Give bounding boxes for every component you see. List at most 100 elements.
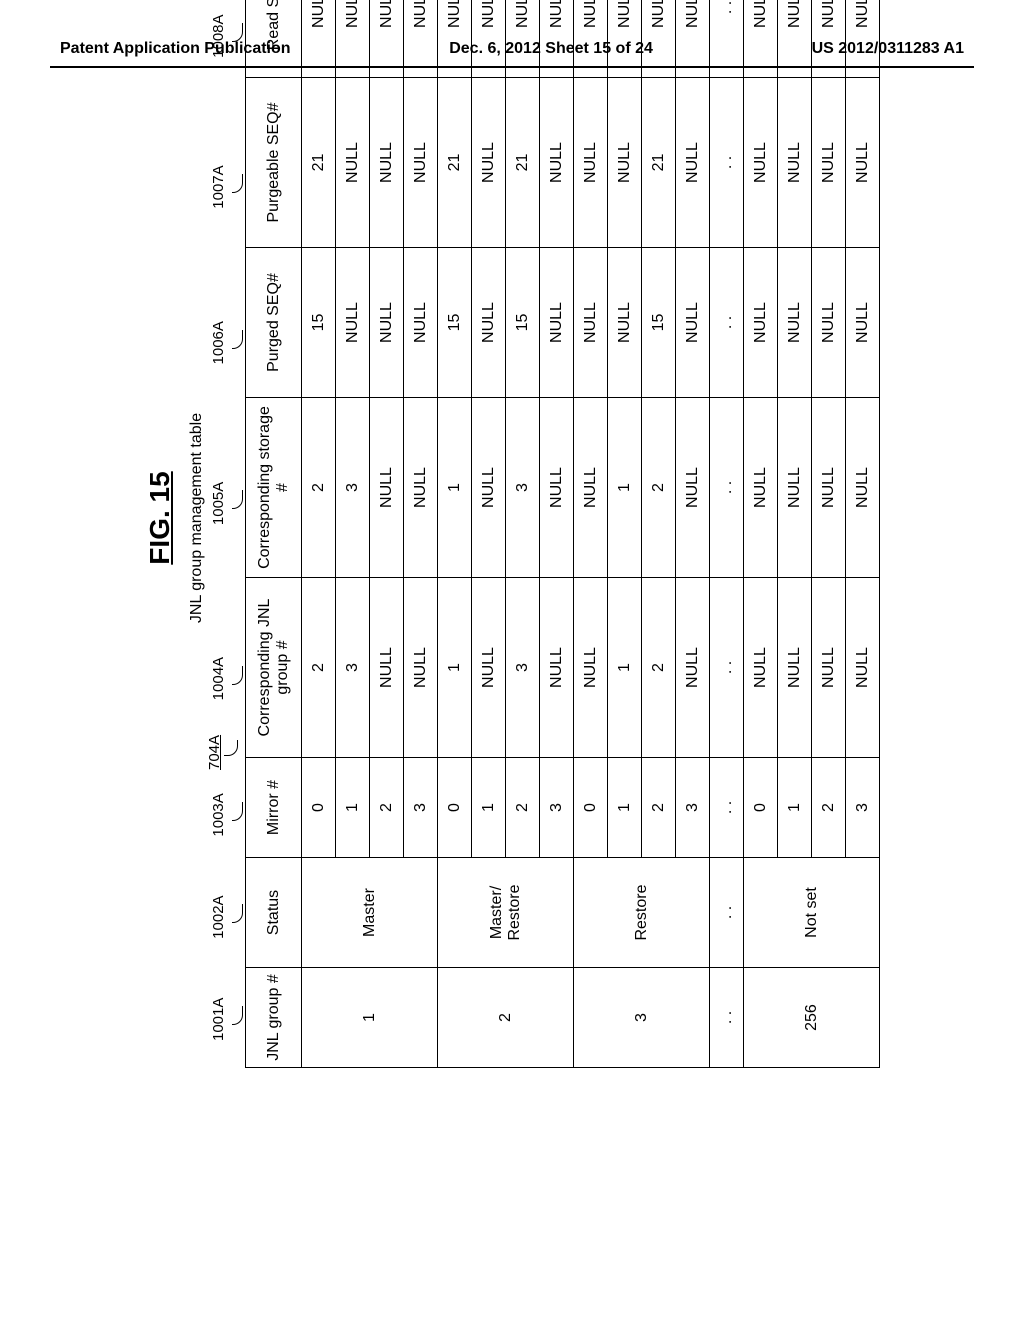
cell: 1	[438, 398, 472, 578]
cell-jnl-group: 1	[302, 968, 438, 1068]
cell: 15	[302, 248, 336, 398]
cell: 0	[438, 758, 472, 858]
cell: NULL	[336, 78, 370, 248]
cell: . .	[710, 398, 744, 578]
cell: 21	[438, 78, 472, 248]
cell: NULL	[506, 0, 540, 78]
cell: NULL	[778, 248, 812, 398]
cell: NULL	[370, 78, 404, 248]
cell: NULL	[336, 0, 370, 78]
cell-status: Restore	[574, 858, 710, 968]
cell: NULL	[846, 0, 880, 78]
cell: NULL	[744, 578, 778, 758]
th: Corresponding JNL group #	[246, 578, 302, 758]
cell: NULL	[812, 78, 846, 248]
cell: 1	[608, 398, 642, 578]
cell: 2	[506, 758, 540, 858]
figure: FIG. 15 JNL group management table 704A …	[114, 0, 910, 1068]
th: Purgeable SEQ#	[246, 78, 302, 248]
cell: 3	[336, 398, 370, 578]
col-ref: 1004A	[210, 591, 245, 766]
col-ref: 1007A	[210, 104, 245, 269]
cell: NULL	[404, 248, 438, 398]
cell: 21	[506, 78, 540, 248]
th: Mirror #	[246, 758, 302, 858]
cell: NULL	[846, 248, 880, 398]
cell: . .	[710, 578, 744, 758]
cell: NULL	[472, 248, 506, 398]
cell: 1	[438, 578, 472, 758]
cell: 2	[642, 758, 676, 858]
cell: NULL	[404, 578, 438, 758]
cell: 1	[778, 758, 812, 858]
cell: 0	[302, 758, 336, 858]
cell-jnl-group: 3	[574, 968, 710, 1068]
cell: 1	[472, 758, 506, 858]
cell: 1	[608, 578, 642, 758]
cell: NULL	[676, 0, 710, 78]
cell: 0	[744, 758, 778, 858]
cell: NULL	[438, 0, 472, 78]
cell: NULL	[472, 578, 506, 758]
cell-jnl-group: 256	[744, 968, 880, 1068]
cell: NULL	[608, 0, 642, 78]
cell-status: . .	[710, 858, 744, 968]
cell: NULL	[608, 248, 642, 398]
cell: NULL	[472, 78, 506, 248]
cell: 2	[642, 398, 676, 578]
col-ref: 1003A	[210, 766, 245, 863]
col-ref: 1005A	[210, 416, 245, 591]
table-row: 2Master/ Restore0111521NULL	[438, 0, 472, 1068]
cell: NULL	[812, 578, 846, 758]
th: Read SEQ#	[246, 0, 302, 78]
table-row: 256Not set0NULLNULLNULLNULLNULL	[744, 0, 778, 1068]
cell: NULL	[778, 0, 812, 78]
cell: NULL	[676, 578, 710, 758]
table-caption: JNL group management table	[188, 0, 206, 1068]
cell: 1	[608, 758, 642, 858]
cell: . .	[710, 78, 744, 248]
cell: 2	[812, 758, 846, 858]
cell: NULL	[404, 398, 438, 578]
cell-status: Master	[302, 858, 438, 968]
cell: 2	[302, 578, 336, 758]
cell-jnl-group: . .	[710, 968, 744, 1068]
cell: NULL	[302, 0, 336, 78]
cell: NULL	[472, 0, 506, 78]
cell: 1	[336, 758, 370, 858]
cell: NULL	[846, 398, 880, 578]
cell: 3	[540, 758, 574, 858]
cell: NULL	[778, 578, 812, 758]
cell: NULL	[540, 0, 574, 78]
cell: 15	[642, 248, 676, 398]
cell: 3	[846, 758, 880, 858]
cell: NULL	[778, 78, 812, 248]
cell: NULL	[540, 578, 574, 758]
cell: 15	[438, 248, 472, 398]
cell: NULL	[370, 578, 404, 758]
cell: NULL	[676, 78, 710, 248]
cell: NULL	[574, 0, 608, 78]
th: Corresponding storage #	[246, 398, 302, 578]
cell: 0	[574, 758, 608, 858]
cell: NULL	[846, 78, 880, 248]
cell: NULL	[608, 78, 642, 248]
cell: NULL	[574, 248, 608, 398]
cell: NULL	[574, 78, 608, 248]
cell: NULL	[370, 398, 404, 578]
cell: NULL	[574, 578, 608, 758]
cell: NULL	[642, 0, 676, 78]
cell: NULL	[778, 398, 812, 578]
cell: NULL	[404, 0, 438, 78]
cell: NULL	[336, 248, 370, 398]
col-ref: 1006A	[210, 270, 245, 416]
cell: NULL	[574, 398, 608, 578]
cell: NULL	[404, 78, 438, 248]
cell: NULL	[744, 0, 778, 78]
table-row: 3Restore0NULLNULLNULLNULLNULL	[574, 0, 608, 1068]
cell: NULL	[812, 0, 846, 78]
cell-status: Not set	[744, 858, 880, 968]
jnl-group-table: JNL group # Status Mirror # Correspondin…	[245, 0, 880, 1068]
cell: NULL	[846, 578, 880, 758]
cell: . .	[710, 0, 744, 78]
